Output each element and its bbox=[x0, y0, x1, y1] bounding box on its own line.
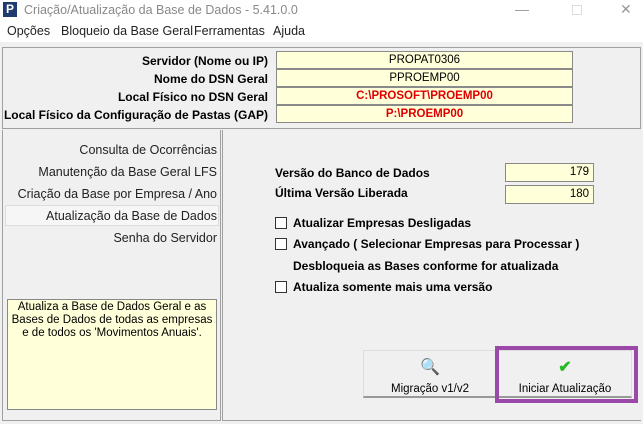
title-bar: P Criação/Atualização da Base de Dados -… bbox=[0, 0, 643, 20]
menu-ajuda[interactable]: Ajuda bbox=[273, 24, 305, 38]
gap-path-field[interactable]: P:\PROEMP00 bbox=[276, 105, 573, 123]
server-label: Servidor (Nome ou IP) bbox=[141, 54, 268, 68]
migration-button[interactable]: 🔍 Migração v1/v2 bbox=[363, 350, 497, 398]
menu-bloqueio[interactable]: Bloqueio da Base Geral bbox=[61, 24, 193, 38]
checkbox-somente-uma-versao[interactable] bbox=[275, 281, 287, 293]
checkbox-label: Atualizar Empresas Desligadas bbox=[293, 216, 472, 230]
unlock-note: Desbloqueia as Bases conforme for atuali… bbox=[293, 259, 559, 273]
dsn-label: Nome do DSN Geral bbox=[153, 72, 268, 86]
nav-item-atualizacao[interactable]: Atualização da Base de Dados bbox=[46, 209, 217, 223]
minimize-icon[interactable]: — bbox=[515, 1, 529, 17]
gap-path-label: Local Físico da Configuração de Pastas (… bbox=[3, 108, 268, 122]
close-icon[interactable]: ✕ bbox=[620, 1, 632, 18]
nav-item-senha[interactable]: Senha do Servidor bbox=[113, 231, 217, 245]
document-search-icon: 🔍 bbox=[420, 359, 440, 376]
menu-bar: Opções Bloqueio da Base Geral Ferramenta… bbox=[0, 20, 643, 42]
nav-item-criacao[interactable]: Criação da Base por Empresa / Ano bbox=[18, 187, 217, 201]
description-box: Atualiza a Base de Dados Geral e as Base… bbox=[7, 299, 217, 410]
migration-button-label: Migração v1/v2 bbox=[391, 383, 469, 395]
maximize-icon[interactable] bbox=[572, 5, 582, 15]
db-version-field[interactable]: 179 bbox=[505, 163, 594, 182]
server-field[interactable]: PROPAT0306 bbox=[276, 51, 573, 69]
last-version-field[interactable]: 180 bbox=[505, 185, 594, 204]
last-version-label: Última Versão Liberada bbox=[275, 186, 408, 200]
checkbox-label: Atualiza somente mais uma versão bbox=[293, 280, 493, 294]
nav-item-manutencao[interactable]: Manutenção da Base Geral LFS bbox=[38, 165, 217, 179]
dsn-path-field[interactable]: C:\PROSOFT\PROEMP00 bbox=[276, 87, 573, 105]
dsn-path-label: Local Físico no DSN Geral bbox=[117, 90, 268, 104]
nav-item-consulta[interactable]: Consulta de Ocorrências bbox=[79, 143, 217, 157]
menu-ferramentas[interactable]: Ferramentas bbox=[194, 24, 265, 38]
app-logo-icon: P bbox=[3, 2, 17, 17]
highlight-outline bbox=[495, 346, 638, 403]
checkbox-avancado[interactable] bbox=[275, 238, 287, 250]
checkbox-empresas-desligadas[interactable] bbox=[275, 217, 287, 229]
dsn-field[interactable]: PPROEMP00 bbox=[276, 69, 573, 87]
menu-opcoes[interactable]: Opções bbox=[7, 24, 50, 38]
db-version-label: Versão do Banco de Dados bbox=[275, 166, 430, 180]
checkbox-label: Avançado ( Selecionar Empresas para Proc… bbox=[293, 237, 580, 251]
window-title: Criação/Atualização da Base de Dados - 5… bbox=[24, 3, 298, 17]
